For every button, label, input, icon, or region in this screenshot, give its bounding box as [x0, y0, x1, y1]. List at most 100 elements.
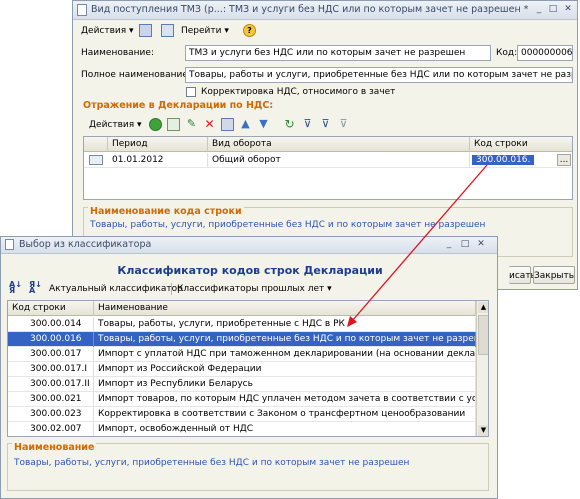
classifier-row-code: 300.00.017.II [8, 377, 94, 392]
past-classifiers-menu[interactable]: Классификаторы прошлых лет ▾ [177, 282, 332, 296]
classifier-window: Выбор из классификатора _ □ ✕ Классифика… [0, 236, 498, 499]
correction-checkbox[interactable] [186, 87, 196, 97]
scroll-down-icon[interactable]: ▼ [478, 425, 488, 436]
filter-icon[interactable]: ⊽ [301, 118, 314, 131]
grid-header-turnover[interactable]: Вид оборота [208, 137, 470, 152]
vertical-scrollbar[interactable]: ▲ ▼ [476, 301, 488, 436]
delete-icon[interactable]: ✕ [203, 118, 216, 131]
filter-settings-icon[interactable]: ⊽ [319, 118, 332, 131]
classifier-name-panel: Наименование Товары, работы, услуги, при… [7, 442, 489, 491]
classifier-row-code: 300.00.017 [8, 347, 94, 362]
fullname-label: Полное наименование: [81, 70, 191, 80]
line-name-value: Товары, работы, услуги, приобретенные бе… [90, 220, 486, 230]
classifier-row-name: Импорт товаров, по которым НДС уплачен м… [94, 392, 476, 407]
document-icon [77, 4, 87, 16]
classifier-row-name: Товары, работы, услуги, приобретенные с … [94, 317, 476, 332]
classifier-row[interactable]: 300.00.017.II Импорт из Республики Белару… [8, 377, 476, 392]
grid-header-code[interactable]: Код строки [470, 137, 572, 152]
name-label: Наименование: [81, 48, 154, 58]
add-icon[interactable] [149, 118, 162, 131]
close-icon[interactable]: ✕ [562, 4, 574, 15]
scroll-up-icon[interactable]: ▲ [478, 302, 488, 313]
code-label: Код: [496, 48, 518, 58]
classifier-row-name: Импорт из Республики Беларусь [94, 377, 476, 392]
close-button[interactable]: Закрыть [533, 266, 575, 284]
grid-toolbar: Действия ▾ ✎ ✕ ▲ ▼ ↻ ⊽ ⊽ ⊽ [77, 116, 573, 134]
classifier-row[interactable]: 300.00.017 Импорт с уплатой НДС при тамож… [8, 347, 476, 362]
classifier-row-code: 300.00.021 [8, 392, 94, 407]
classifier-titlebar[interactable]: Выбор из классификатора _ □ ✕ [1, 237, 497, 254]
classifier-row[interactable]: 300.00.023 Корректировка в соответствии с… [8, 407, 476, 422]
doc-window-title: Вид поступления ТМЗ (р...: ТМЗ и услуги … [91, 4, 529, 15]
classifier-row-name: Импорт, освобожденный от НДС [94, 422, 476, 436]
name-field[interactable]: ТМЗ и услуги без НДС или по которым заче… [185, 45, 491, 61]
write-icon[interactable] [161, 24, 174, 37]
row-icon [89, 155, 103, 165]
classifier-row[interactable]: 300.00.017.I Импорт из Российской Федерац… [8, 362, 476, 377]
code-field[interactable]: 000000006 [517, 45, 573, 61]
classifier-header-code[interactable]: Код строки [8, 301, 94, 316]
classifier-row-code: 300.00.016 [8, 332, 94, 347]
current-classifier-button[interactable]: Актуальный классификатор [49, 282, 183, 296]
close-icon[interactable]: ✕ [475, 239, 487, 250]
classifier-row[interactable]: 300.00.016 Товары, работы, услуги, приобр… [8, 332, 476, 347]
write-button[interactable]: исать [509, 266, 536, 284]
declaration-section-title: Отражение в Декларации по НДС: [83, 100, 274, 111]
copy-icon[interactable] [167, 118, 180, 131]
grid-actions-label: Действия [89, 120, 135, 130]
end-edit-icon[interactable] [221, 118, 234, 131]
maximize-icon[interactable]: □ [547, 4, 559, 15]
classifier-row[interactable]: 300.00.021 Импорт товаров, по которым НДС… [8, 392, 476, 407]
classifier-row-code: 300.00.014 [8, 317, 94, 332]
minimize-icon[interactable]: _ [533, 4, 545, 15]
toolbar-divider [171, 283, 172, 295]
classifier-row-name: Товары, работы, услуги, приобретенные бе… [94, 332, 476, 347]
classifier-toolbar: A↓ Я Я↓ A Актуальный классификатор Классиф… [5, 280, 495, 298]
classifier-row-code: 300.02.007 [8, 422, 94, 436]
classifier-row-name: Импорт из Российской Федерации [94, 362, 476, 377]
help-icon[interactable]: ? [243, 24, 256, 37]
move-down-icon[interactable]: ▼ [257, 118, 270, 131]
sort-asc-icon[interactable]: A↓ Я [9, 281, 22, 295]
grid-actions-menu[interactable]: Действия ▾ [89, 118, 142, 132]
classifier-header-name[interactable]: Наименование [94, 301, 476, 316]
sort-desc-icon[interactable]: Я↓ A [29, 281, 42, 295]
doc-toolbar: Действия ▾ Перейти ▾ ? [77, 22, 573, 40]
actions-menu-label: Действия [81, 26, 127, 36]
grid-row[interactable]: 01.01.2012 Общий оборот 300.00.016. ... [84, 153, 572, 168]
doc-window-titlebar[interactable]: Вид поступления ТМЗ (р...: ТМЗ и услуги … [73, 1, 577, 20]
classifier-row-name: Импорт с уплатой НДС при таможенном декл… [94, 347, 476, 362]
goto-menu-label: Перейти [181, 26, 222, 36]
classifier-row-name: Корректировка в соответствии с Законом о… [94, 407, 476, 422]
move-up-icon[interactable]: ▲ [239, 118, 252, 131]
classifier-name-title: Наименование [12, 442, 97, 453]
classifier-grid: Код строки Наименование 300.00.014 Товары… [7, 300, 489, 437]
correction-checkbox-label: Корректировка НДС, относимого в зачет [201, 87, 396, 97]
goto-menu[interactable]: Перейти ▾ [181, 24, 229, 38]
row-turnover: Общий оборот [208, 153, 470, 168]
line-name-title: Наименование кода строки [88, 206, 244, 217]
scroll-thumb[interactable] [478, 315, 488, 355]
classifier-title: Выбор из классификатора [19, 239, 152, 250]
grid-header-period[interactable]: Период [108, 137, 208, 152]
minimize-icon[interactable]: _ [443, 239, 455, 250]
save-close-icon[interactable] [139, 24, 152, 37]
classifier-row[interactable]: 300.00.014 Товары, работы, услуги, приобр… [8, 317, 476, 332]
classifier-row[interactable]: 300.02.007 Импорт, освобожденный от НДС [8, 422, 476, 436]
classifier-row-code: 300.00.017.I [8, 362, 94, 377]
past-classifiers-label: Классификаторы прошлых лет [177, 284, 325, 294]
grid-header-icon [84, 137, 108, 152]
document-icon [5, 239, 14, 250]
declaration-grid: Период Вид оборота Код строки 01.01.2012… [83, 136, 573, 200]
actions-menu[interactable]: Действия ▾ [81, 24, 134, 38]
refresh-icon[interactable]: ↻ [283, 118, 296, 131]
row-code[interactable]: 300.00.016. ... [470, 153, 572, 168]
maximize-icon[interactable]: □ [459, 239, 471, 250]
select-more-button[interactable]: ... [557, 154, 571, 166]
clear-filter-icon[interactable]: ⊽ [337, 118, 350, 131]
edit-icon[interactable]: ✎ [185, 118, 198, 131]
row-code-value[interactable]: 300.00.016. [472, 155, 535, 165]
fullname-field[interactable]: Товары, работы и услуги, приобретенные б… [185, 67, 573, 83]
row-period: 01.01.2012 [108, 153, 208, 168]
classifier-rows: 300.00.014 Товары, работы, услуги, приобр… [8, 317, 476, 436]
